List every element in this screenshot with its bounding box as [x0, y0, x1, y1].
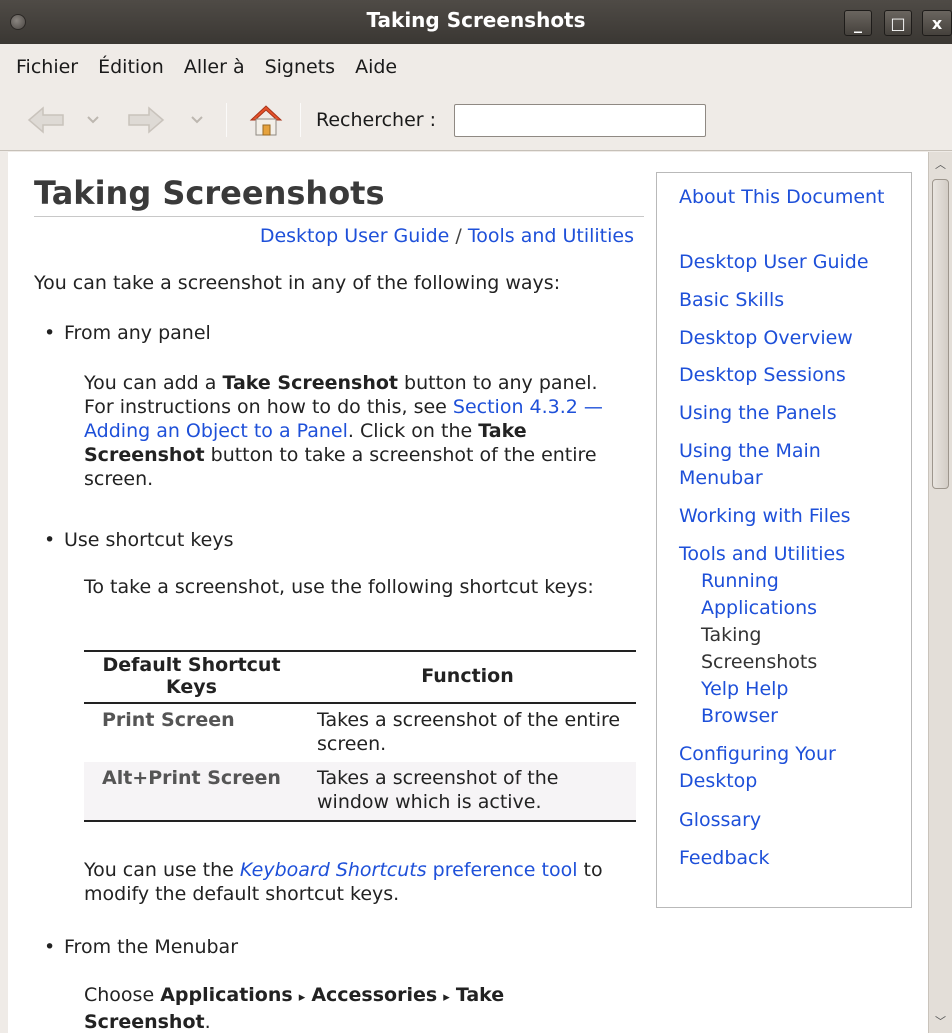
toc-subitem-current-page: Taking Screenshots [701, 624, 818, 673]
keyboard-shortcuts-link[interactable]: Keyboard Shortcuts preference tool [240, 859, 578, 881]
toc-item-feedback[interactable]: Feedback [679, 845, 899, 872]
toc-item-desktop-sessions[interactable]: Desktop Sessions [679, 362, 899, 389]
bullet-shortcut-keys: Use shortcut keys [44, 529, 233, 551]
menubar-paragraph: Choose Applications ▸ Accessories ▸ Take… [84, 984, 505, 1033]
toolbar-separator [226, 103, 227, 137]
take-screenshot-bold: Take Screenshot [222, 372, 398, 394]
toc-item-glossary[interactable]: Glossary [679, 807, 899, 834]
toolbar: Rechercher : [0, 89, 952, 151]
vertical-scrollbar[interactable]: ︿ ﹀ [928, 152, 952, 1033]
scroll-up-icon[interactable]: ︿ [929, 152, 952, 176]
search-input[interactable] [454, 104, 706, 137]
table-row: Alt+Print Screen Takes a screenshot of t… [84, 762, 636, 821]
toc-item-desktop-overview[interactable]: Desktop Overview [679, 325, 899, 352]
shortcut-table: Default Shortcut Keys Function Print Scr… [84, 650, 636, 822]
chevron-down-icon[interactable] [82, 101, 104, 139]
title-divider [34, 216, 644, 217]
close-icon[interactable]: x [922, 10, 952, 36]
bullet-from-menubar: From the Menubar [44, 936, 238, 958]
toolbar-separator [300, 103, 301, 137]
bullet-from-panel: From any panel [44, 322, 211, 344]
menu-file[interactable]: Fichier [6, 56, 88, 78]
intro-text: You can take a screenshot in any of the … [34, 272, 561, 294]
menu-bookmarks[interactable]: Signets [255, 56, 345, 78]
window-title: Taking Screenshots [366, 8, 586, 32]
breadcrumb-tools-and-utilities[interactable]: Tools and Utilities [468, 225, 634, 247]
home-icon[interactable] [244, 101, 288, 139]
breadcrumb: Desktop User Guide / Tools and Utilities [260, 225, 634, 247]
window-titlebar: Taking Screenshots _ □ x [0, 0, 952, 44]
menu-go[interactable]: Aller à [174, 56, 255, 78]
toc-subitem-yelp[interactable]: Yelp Help Browser [701, 676, 841, 730]
toc-item-main-menubar[interactable]: Using the Main Menubar [679, 438, 859, 492]
header-function: Function [421, 665, 514, 687]
toc-item-desktop-user-guide[interactable]: Desktop User Guide [679, 249, 899, 276]
chevron-down-icon[interactable] [186, 101, 208, 139]
shortcut-function: Takes a screenshot of the entire screen. [317, 709, 621, 755]
keyboard-shortcuts-paragraph: You can use the Keyboard Shortcuts prefe… [84, 859, 603, 905]
breadcrumb-desktop-user-guide[interactable]: Desktop User Guide [260, 225, 450, 247]
table-row: Print Screen Takes a screenshot of the e… [84, 703, 636, 762]
page-title: Taking Screenshots [34, 174, 385, 212]
menu-edit[interactable]: Édition [88, 56, 174, 78]
search-label: Rechercher : [316, 109, 437, 131]
header-default-shortcut-keys: Default Shortcut Keys [102, 654, 281, 698]
menubar: Fichier Édition Aller à Signets Aide [0, 44, 952, 89]
menu-help[interactable]: Aide [345, 56, 407, 78]
toc-item-working-files[interactable]: Working with Files [679, 503, 899, 530]
scroll-thumb[interactable] [932, 179, 949, 489]
document-view: Taking Screenshots Desktop User Guide / … [8, 152, 928, 1033]
maximize-icon[interactable]: □ [884, 10, 912, 36]
toc-item-tools-utilities[interactable]: Tools and Utilities [679, 541, 899, 568]
panel-paragraph: You can add a Take Screenshot button to … [84, 372, 603, 490]
breadcrumb-separator: / [455, 225, 462, 247]
shortcut-key: Alt+Print Screen [102, 767, 281, 789]
toc-item-about[interactable]: About This Document [679, 184, 899, 211]
minimize-icon[interactable]: _ [844, 10, 872, 36]
scroll-down-icon[interactable]: ﹀ [929, 1009, 952, 1033]
shortcut-key: Print Screen [102, 709, 235, 731]
shortcut-intro: To take a screenshot, use the following … [84, 576, 594, 598]
toc-sidebar: About This Document Desktop User Guide B… [656, 172, 912, 908]
toc-item-basic-skills[interactable]: Basic Skills [679, 287, 899, 314]
toc-item-using-panels[interactable]: Using the Panels [679, 400, 899, 427]
toc-item-configuring-desktop[interactable]: Configuring Your Desktop [679, 741, 869, 795]
forward-arrow-icon[interactable] [124, 101, 168, 139]
shortcut-function: Takes a screenshot of the window which i… [317, 767, 559, 813]
back-arrow-icon[interactable] [24, 101, 68, 139]
toc-subitem-running-applications[interactable]: Running Applications [701, 568, 841, 622]
table-header-row: Default Shortcut Keys Function [84, 651, 636, 703]
